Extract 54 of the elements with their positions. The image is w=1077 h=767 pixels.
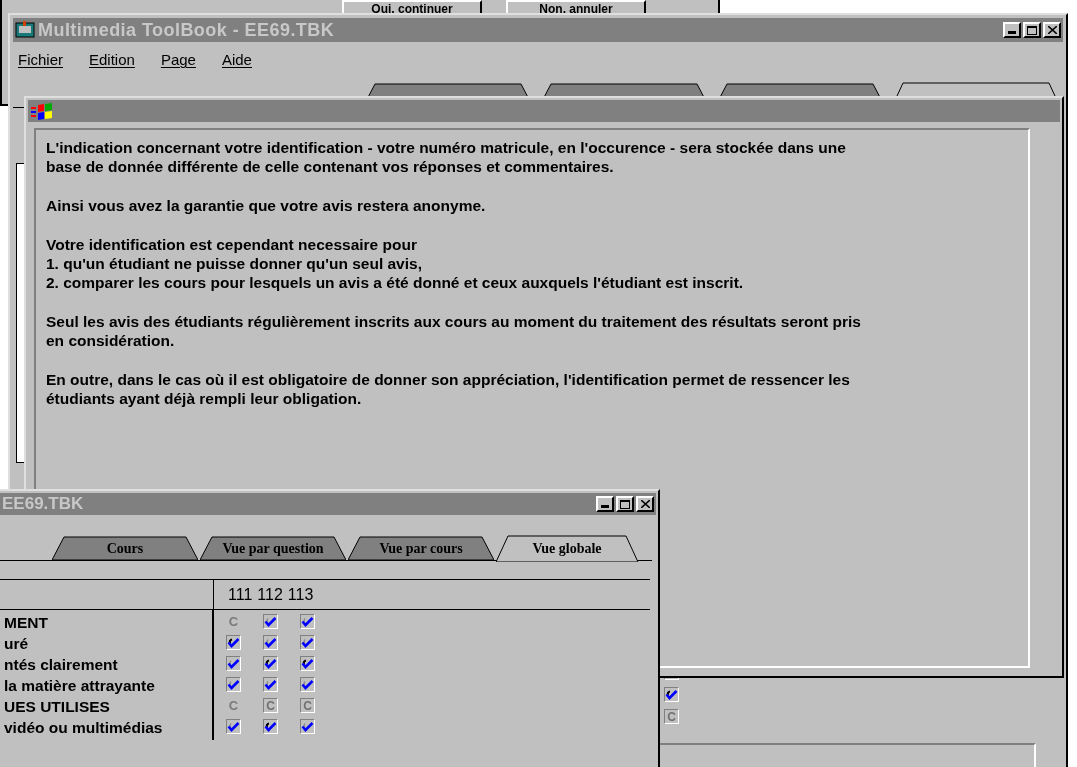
menu-item[interactable]: Page [160,49,196,72]
menu-item[interactable]: Aide [221,49,252,72]
checkbox[interactable] [226,719,241,734]
checkbox[interactable] [300,719,315,734]
checkbox[interactable] [263,614,278,629]
close-button[interactable] [636,496,654,512]
close-button[interactable] [1043,22,1061,38]
row-label: la matière attrayante [3,676,156,696]
window-title: EE69.TBK [2,493,85,516]
checkbox[interactable] [226,656,241,671]
maximize-icon [1027,25,1037,35]
row-label: UES UTILISES [3,697,111,717]
windows-logo-icon [31,102,53,120]
minimize-button[interactable] [596,496,614,512]
checkbox[interactable] [263,635,278,650]
close-icon [1047,26,1057,34]
message-paragraph: L'indication concernant votre identification - votre numéro matricule, en l'occurence - sera stockée dans une base de donnée différente de celle contenant vos réponses et commentaires. [46,138,847,176]
column-header: 111 [228,584,253,605]
checkbox[interactable] [300,614,315,629]
window-title: Multimedia ToolBook - EE69.TBK [38,18,336,42]
tab[interactable]: Vue par cours [348,536,494,560]
checkbox[interactable] [263,656,278,671]
checkbox[interactable] [263,677,278,692]
minimize-icon [601,505,609,508]
maximize-button[interactable] [1023,22,1041,38]
menu-item[interactable]: Fichier [18,49,63,72]
menu-item[interactable]: Edition [89,49,135,72]
disabled-check-mark: C [227,614,240,629]
checkbox[interactable] [226,677,241,692]
row-label: vidéo ou multimédias [3,718,164,738]
checkbox[interactable] [300,656,315,671]
row-label: MENT [3,613,49,633]
maximize-icon [620,499,630,509]
checkbox[interactable] [263,719,278,734]
message-paragraph: En outre, dans le cas où il est obligatoire de donner son appréciation, l'identification permet de ressencer les étudiants ayant déjà rempli leur obligation. [46,370,851,408]
tab[interactable]: Vue par question [200,536,346,560]
row-label: ntés clairement [3,655,119,675]
column-header: 112 [257,584,283,605]
checkbox[interactable] [664,687,679,702]
message-paragraph: Seul les avis des étudiants régulièrement inscrits aux cours au moment du traitement des résultats seront pris en considération. [46,312,862,350]
close-icon [640,500,650,508]
maximize-button[interactable] [616,496,634,512]
minimize-button[interactable] [1003,22,1021,38]
checkbox[interactable] [226,635,241,650]
column-header: 113 [287,584,314,605]
disabled-check-mark: C [227,698,240,713]
minimize-icon [1008,31,1016,34]
row-label: uré [3,634,30,654]
checkbox[interactable] [300,635,315,650]
app-icon [15,21,35,39]
tab[interactable]: Cours [52,536,198,560]
checkbox[interactable] [300,677,315,692]
message-paragraph: Votre identification est cependant necessaire pour 1. qu'un étudiant ne puisse donner qu'un seul avis, 2. comparer les cours pour lesquels un avis a été donné et ceux auxquels l'étudiant est inscrit. [46,235,745,292]
message-paragraph: Ainsi vous avez la garantie que votre avis restera anonyme. [46,196,487,215]
